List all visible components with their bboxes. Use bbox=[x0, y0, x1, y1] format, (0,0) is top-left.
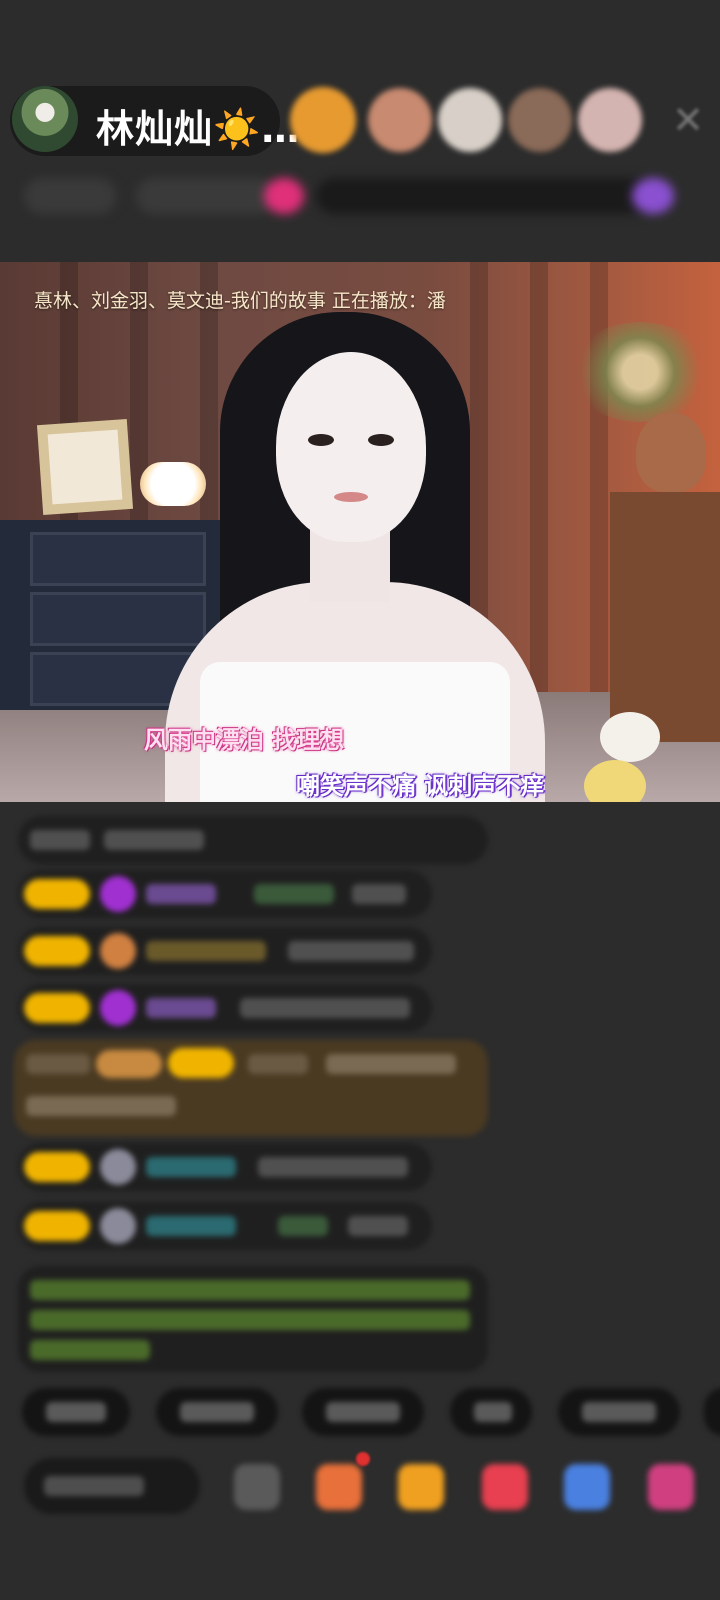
photo-frame bbox=[36, 418, 134, 516]
lyric-line-1: 风雨中漂泊 找理想 bbox=[144, 726, 345, 754]
fan-badge bbox=[24, 1211, 90, 1241]
gem-icon bbox=[100, 876, 136, 912]
flowers bbox=[570, 322, 710, 422]
notification-dot bbox=[356, 1452, 370, 1466]
chat-message bbox=[18, 984, 432, 1032]
vase bbox=[636, 412, 706, 492]
chat-message bbox=[18, 816, 488, 864]
viewer-avatar-1[interactable] bbox=[290, 87, 356, 153]
popularity-chip[interactable] bbox=[136, 178, 276, 214]
pink-gift-icon[interactable] bbox=[264, 178, 304, 214]
quick-reply-2[interactable] bbox=[156, 1388, 278, 1436]
chat-message bbox=[18, 1143, 432, 1191]
promo-chip[interactable] bbox=[316, 178, 662, 214]
chat-message bbox=[18, 870, 432, 918]
now-playing-ticker: 惪林、刘金羽、莫文迪-我们的故事 正在播放：潘 bbox=[34, 290, 446, 312]
fan-badge bbox=[24, 993, 90, 1023]
game-icon[interactable] bbox=[564, 1464, 610, 1510]
more-apps-icon[interactable] bbox=[648, 1464, 694, 1510]
quick-reply-1[interactable] bbox=[22, 1388, 130, 1436]
gem-icon bbox=[100, 990, 136, 1026]
hourly-rank-chip[interactable] bbox=[24, 178, 116, 214]
chat-message bbox=[18, 927, 432, 975]
rank-chip-row bbox=[20, 172, 700, 220]
gift-message bbox=[14, 1040, 488, 1136]
emoji-icon[interactable] bbox=[234, 1464, 280, 1510]
treasure-icon[interactable] bbox=[398, 1464, 444, 1510]
fan-badge bbox=[24, 879, 90, 909]
viewer-avatar-4[interactable] bbox=[508, 88, 572, 152]
quick-reply-6[interactable] bbox=[704, 1388, 720, 1436]
plush-toy bbox=[600, 712, 660, 762]
comment-input[interactable] bbox=[24, 1458, 200, 1514]
viewer-avatar-5[interactable] bbox=[578, 88, 642, 152]
fan-badge bbox=[24, 1152, 90, 1182]
wooden-stand bbox=[610, 492, 720, 742]
host-name[interactable]: 林灿灿☀️… bbox=[96, 98, 300, 153]
fan-badge bbox=[24, 936, 90, 966]
lamp bbox=[140, 462, 206, 506]
viewer-avatar-2[interactable] bbox=[368, 88, 432, 152]
system-notice bbox=[18, 1266, 488, 1372]
user-avatar-icon bbox=[100, 1208, 136, 1244]
user-avatar-icon bbox=[100, 1149, 136, 1185]
quick-reply-4[interactable] bbox=[450, 1388, 532, 1436]
quick-reply-5[interactable] bbox=[558, 1388, 680, 1436]
host-avatar[interactable] bbox=[12, 86, 78, 152]
gift-box-icon[interactable] bbox=[316, 1464, 362, 1510]
heart-icon[interactable] bbox=[482, 1464, 528, 1510]
level-icon bbox=[100, 933, 136, 969]
close-icon[interactable]: ✕ bbox=[668, 100, 708, 140]
lyric-line-2: 嘲笑声不痛 讽刺声不痒 bbox=[296, 772, 545, 800]
chat-message bbox=[18, 1202, 432, 1250]
quick-reply-3[interactable] bbox=[302, 1388, 424, 1436]
streamer-face bbox=[276, 352, 426, 542]
live-video[interactable] bbox=[0, 262, 720, 802]
viewer-avatar-3[interactable] bbox=[438, 88, 502, 152]
purple-gift-icon[interactable] bbox=[632, 178, 674, 214]
